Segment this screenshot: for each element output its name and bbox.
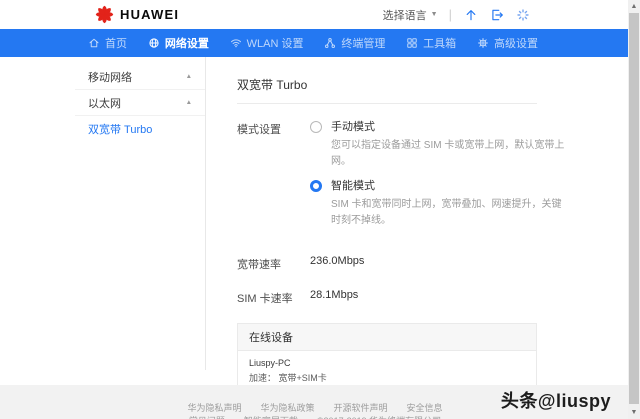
refresh-button[interactable] — [515, 7, 530, 22]
radio-option-smart-mode[interactable]: 智能模式 — [310, 179, 571, 193]
main-content: 双宽带 Turbo 模式设置 手动模式 您可以指定设备通过 SIM 卡或宽带上网… — [237, 57, 537, 406]
chevron-up-icon: ▲ — [186, 73, 192, 80]
broadband-rate-value: 236.0Mbps — [310, 255, 364, 272]
device-connection: 加速： 宽带+SIM卡 — [249, 371, 525, 384]
language-selector[interactable]: 选择语言 ▼ — [383, 7, 438, 23]
scroll-down-arrow-icon[interactable]: ▼ — [628, 406, 640, 419]
nav-label: 高级设置 — [494, 35, 538, 51]
sidebar-item-label: 双宽带 Turbo — [88, 121, 152, 137]
sidebar-item-mobile-network[interactable]: 移动网络 ▲ — [75, 64, 205, 90]
footer-links-row2: 常见问题 智能家居下载 ©2017-2019 华为终端有限公司 — [75, 414, 555, 419]
top-bar: HUAWEI 选择语言 ▼ | — [0, 0, 628, 29]
divider: | — [449, 8, 452, 21]
toutiao-watermark: 头条@liuspy — [501, 387, 611, 413]
radio-option-manual-mode[interactable]: 手动模式 — [310, 120, 571, 134]
footer-links-row: 华为隐私声明 华为隐私政策 开源软件声明 安全信息 — [75, 401, 555, 414]
footer: 华为隐私声明 华为隐私政策 开源软件声明 安全信息 常见问题 智能家居下载 ©2… — [0, 385, 628, 419]
wifi-icon — [230, 37, 242, 49]
broadband-rate-row: 宽带速率 236.0Mbps — [237, 255, 537, 272]
mode-settings-row: 模式设置 手动模式 您可以指定设备通过 SIM 卡或宽带上网，默认宽带上网。 智… — [237, 120, 537, 238]
nav-item-device-management[interactable]: 终端管理 — [324, 35, 385, 51]
radio-label: 手动模式 — [331, 120, 375, 134]
sidebar-item-label: 以太网 — [88, 95, 121, 111]
vertical-scrollbar[interactable]: ▲ ▼ — [628, 0, 640, 419]
globe-icon — [148, 37, 160, 49]
nav-item-wlan-settings[interactable]: WLAN 设置 — [230, 35, 304, 51]
sim-rate-value: 28.1Mbps — [310, 289, 358, 306]
sidebar-item-ethernet[interactable]: 以太网 ▲ — [75, 90, 205, 116]
sidebar-item-label: 移动网络 — [88, 69, 132, 85]
nav-label: 终端管理 — [341, 35, 385, 51]
footer-copyright: ©2017-2019 华为终端有限公司 — [317, 414, 441, 419]
devices-icon — [324, 37, 336, 49]
logout-icon — [490, 8, 504, 22]
footer-link-open-source[interactable]: 开源软件声明 — [334, 401, 388, 414]
footer-link-faq[interactable]: 常见问题 — [189, 414, 225, 419]
nav-item-advanced-settings[interactable]: 高级设置 — [477, 35, 538, 51]
footer-link-security-info[interactable]: 安全信息 — [407, 401, 443, 414]
radio-checked-icon[interactable] — [310, 180, 322, 192]
footer-link-smart-home-download[interactable]: 智能家居下载 — [244, 414, 298, 419]
manual-mode-description: 您可以指定设备通过 SIM 卡或宽带上网，默认宽带上网。 — [331, 138, 571, 169]
brand-name: HUAWEI — [120, 7, 179, 22]
nav-label: WLAN 设置 — [247, 35, 304, 51]
page-title: 双宽带 Turbo — [237, 57, 537, 104]
nav-item-network-settings[interactable]: 网络设置 — [148, 35, 209, 51]
huawei-logo: HUAWEI — [94, 4, 179, 25]
arrow-up-icon — [464, 8, 478, 22]
device-name: Liuspy-PC — [249, 358, 525, 368]
mode-settings-label: 模式设置 — [237, 120, 310, 238]
footer-link-privacy-policy[interactable]: 华为隐私政策 — [260, 401, 314, 414]
nav-item-toolbox[interactable]: 工具箱 — [406, 35, 456, 51]
top-right-actions: 选择语言 ▼ | — [383, 0, 530, 29]
gear-icon — [477, 37, 489, 49]
nav-item-home[interactable]: 首页 — [88, 35, 127, 51]
toolbox-icon — [406, 37, 418, 49]
nav-label: 网络设置 — [165, 35, 209, 51]
huawei-flower-icon — [94, 4, 115, 25]
online-devices-title: 在线设备 — [238, 324, 536, 351]
scroll-up-arrow-icon[interactable]: ▲ — [628, 0, 640, 13]
footer-link-privacy-statement[interactable]: 华为隐私声明 — [187, 401, 241, 414]
sidebar-item-dual-band-turbo[interactable]: 双宽带 Turbo — [75, 116, 205, 142]
chevron-down-icon: ▼ — [431, 11, 438, 18]
main-nav: 首页 网络设置 WLAN 设置 终端管理 工具箱 高级设置 — [0, 29, 628, 57]
chevron-up-icon: ▲ — [186, 99, 192, 106]
nav-label: 首页 — [105, 35, 127, 51]
sim-rate-row: SIM 卡速率 28.1Mbps — [237, 289, 537, 306]
radio-unchecked-icon[interactable] — [310, 121, 322, 133]
mode-options: 手动模式 您可以指定设备通过 SIM 卡或宽带上网，默认宽带上网。 智能模式 S… — [310, 120, 571, 238]
sidebar: 移动网络 ▲ 以太网 ▲ 双宽带 Turbo — [75, 57, 206, 370]
language-selector-label: 选择语言 — [383, 7, 427, 23]
sim-rate-label: SIM 卡速率 — [237, 289, 310, 306]
logout-button[interactable] — [489, 7, 504, 22]
smart-mode-description: SIM 卡和宽带同时上网，宽带叠加、网速提升，关键时刻不掉线。 — [331, 197, 571, 228]
home-icon — [88, 37, 100, 49]
radio-label: 智能模式 — [331, 179, 375, 193]
spinner-icon — [516, 8, 530, 22]
update-button[interactable] — [463, 7, 478, 22]
broadband-rate-label: 宽带速率 — [237, 255, 310, 272]
scrollbar-thumb[interactable] — [629, 13, 639, 404]
nav-label: 工具箱 — [423, 35, 456, 51]
